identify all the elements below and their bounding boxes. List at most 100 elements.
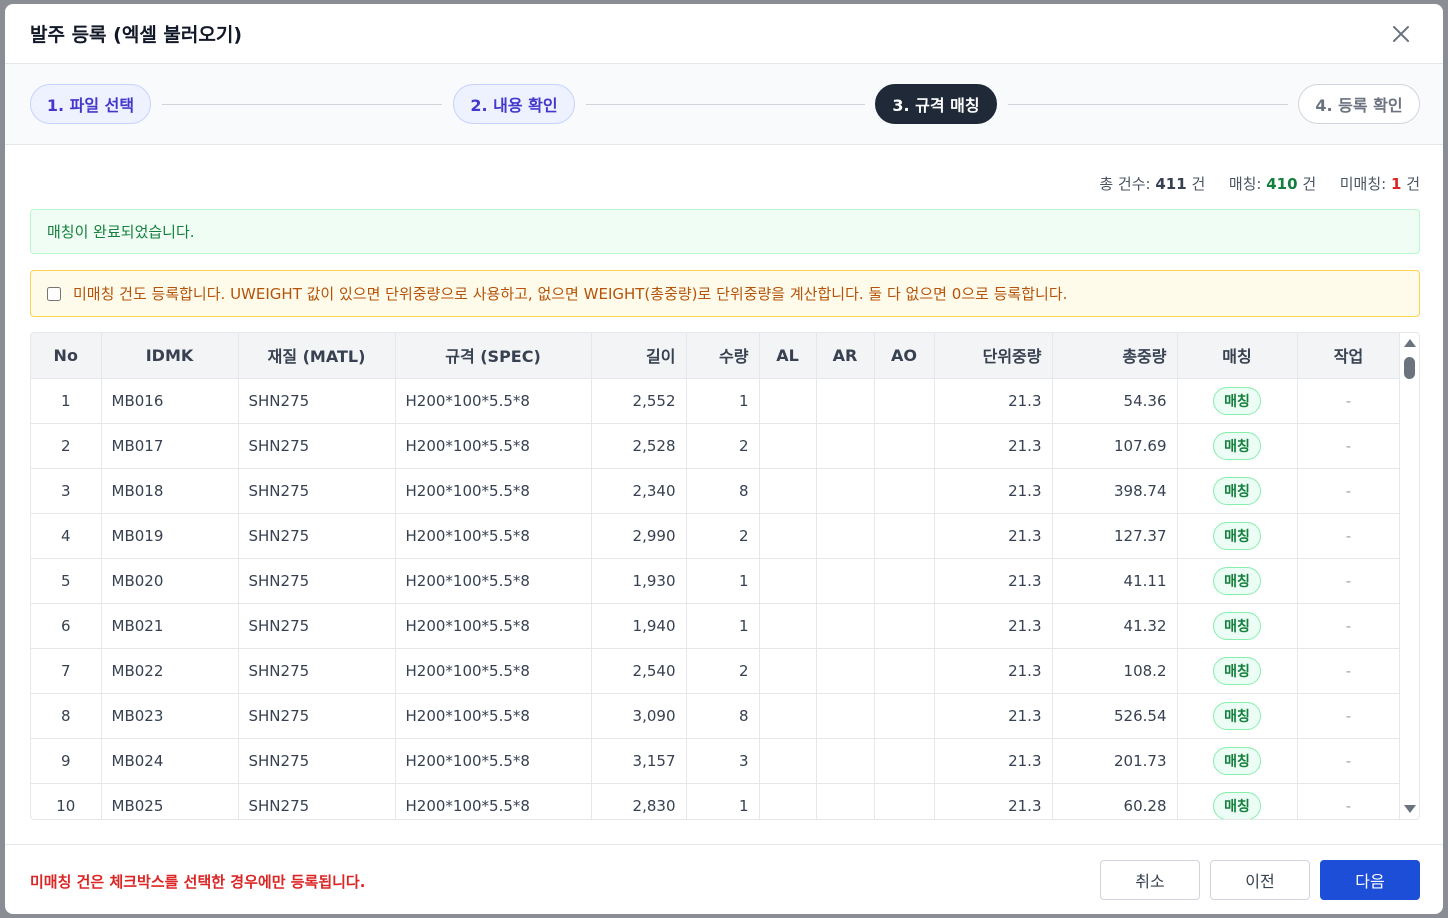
column-header-ao[interactable]: AO — [874, 333, 935, 379]
match-status-badge: 매칭 — [1213, 656, 1261, 685]
cell-spec: H200*100*5.5*8 — [395, 648, 592, 694]
cell-action: - — [1297, 693, 1401, 739]
table-row[interactable]: 1 MB016 SHN275 H200*100*5.5*8 2,552 1 21… — [31, 378, 1401, 424]
cell-match: 매칭 — [1177, 558, 1298, 604]
column-header-length[interactable]: 길이 — [591, 333, 687, 379]
table-row[interactable]: 8 MB023 SHN275 H200*100*5.5*8 3,090 8 21… — [31, 693, 1401, 739]
cell-no: 2 — [31, 423, 102, 469]
cell-no: 3 — [31, 468, 102, 514]
cell-spec: H200*100*5.5*8 — [395, 513, 592, 559]
cell-spec: H200*100*5.5*8 — [395, 603, 592, 649]
warning-text: 미매칭 건도 등록합니다. UWEIGHT 값이 있으면 단위중량으로 사용하고… — [73, 285, 1068, 303]
scroll-up-arrow-icon[interactable] — [1404, 339, 1416, 347]
cell-al — [759, 558, 817, 604]
column-header-qty[interactable]: 수량 — [686, 333, 760, 379]
cell-matl: SHN275 — [238, 468, 396, 514]
step-connector — [162, 104, 442, 105]
cell-unit-weight: 21.3 — [934, 783, 1053, 819]
match-status-badge: 매칭 — [1213, 386, 1261, 415]
cell-length: 1,930 — [591, 558, 687, 604]
register-unmatched-checkbox[interactable] — [47, 286, 61, 301]
scroll-thumb[interactable] — [1404, 357, 1415, 379]
cell-idmk: MB018 — [101, 468, 239, 514]
cell-total-weight: 60.28 — [1052, 783, 1178, 819]
cell-idmk: MB021 — [101, 603, 239, 649]
cell-action: - — [1297, 513, 1401, 559]
column-header-unit-weight[interactable]: 단위중량 — [934, 333, 1053, 379]
cell-idmk: MB020 — [101, 558, 239, 604]
cell-action: - — [1297, 558, 1401, 604]
cell-length: 2,990 — [591, 513, 687, 559]
table-row[interactable]: 10 MB025 SHN275 H200*100*5.5*8 2,830 1 2… — [31, 783, 1401, 819]
table-row[interactable]: 9 MB024 SHN275 H200*100*5.5*8 3,157 3 21… — [31, 738, 1401, 784]
column-header-total-weight[interactable]: 총중량 — [1052, 333, 1178, 379]
cell-ar — [816, 648, 875, 694]
table-row[interactable]: 3 MB018 SHN275 H200*100*5.5*8 2,340 8 21… — [31, 468, 1401, 514]
cell-match: 매칭 — [1177, 693, 1298, 739]
scroll-down-arrow-icon[interactable] — [1404, 805, 1416, 813]
cell-unit-weight: 21.3 — [934, 468, 1053, 514]
cell-no: 4 — [31, 513, 102, 559]
column-header-no[interactable]: No — [31, 333, 102, 379]
cell-total-weight: 108.2 — [1052, 648, 1178, 694]
column-header-matl[interactable]: 재질 (MATL) — [238, 333, 396, 379]
cell-matl: SHN275 — [238, 558, 396, 604]
next-button[interactable]: 다음 — [1320, 860, 1420, 900]
cell-matl: SHN275 — [238, 423, 396, 469]
prev-button[interactable]: 이전 — [1210, 860, 1310, 900]
cell-unit-weight: 21.3 — [934, 738, 1053, 784]
cell-total-weight: 41.11 — [1052, 558, 1178, 604]
cell-ao — [874, 423, 935, 469]
cell-ao — [874, 738, 935, 784]
cell-total-weight: 526.54 — [1052, 693, 1178, 739]
cell-unit-weight: 21.3 — [934, 603, 1053, 649]
cell-qty: 2 — [686, 513, 760, 559]
success-alert: 매칭이 완료되었습니다. — [30, 209, 1420, 254]
cell-action: - — [1297, 468, 1401, 514]
table-row[interactable]: 2 MB017 SHN275 H200*100*5.5*8 2,528 2 21… — [31, 423, 1401, 469]
column-header-spec[interactable]: 규격 (SPEC) — [395, 333, 592, 379]
column-header-match[interactable]: 매칭 — [1177, 333, 1298, 379]
table-row[interactable]: 6 MB021 SHN275 H200*100*5.5*8 1,940 1 21… — [31, 603, 1401, 649]
column-header-ar[interactable]: AR — [816, 333, 875, 379]
total-count: 411 — [1155, 175, 1187, 193]
table-scrollbar[interactable] — [1399, 333, 1419, 819]
step-register-confirm[interactable]: 4. 등록 확인 — [1298, 84, 1420, 124]
match-status-badge: 매칭 — [1213, 701, 1261, 730]
match-status-badge: 매칭 — [1213, 521, 1261, 550]
cell-ao — [874, 468, 935, 514]
modal-title: 발주 등록 (엑셀 불러오기) — [30, 24, 243, 46]
matched-count: 410 — [1266, 175, 1298, 193]
cell-match: 매칭 — [1177, 648, 1298, 694]
column-header-idmk[interactable]: IDMK — [101, 333, 239, 379]
cell-total-weight: 54.36 — [1052, 378, 1178, 424]
cell-length: 3,157 — [591, 738, 687, 784]
close-icon[interactable] — [1389, 22, 1413, 46]
cell-total-weight: 107.69 — [1052, 423, 1178, 469]
footer-note: 미매칭 건은 체크박스를 선택한 경우에만 등록됩니다. — [30, 873, 366, 891]
cell-ar — [816, 603, 875, 649]
match-status-badge: 매칭 — [1213, 746, 1261, 775]
cell-qty: 8 — [686, 468, 760, 514]
table-row[interactable]: 7 MB022 SHN275 H200*100*5.5*8 2,540 2 21… — [31, 648, 1401, 694]
step-indicator: 1. 파일 선택 2. 내용 확인 3. 규격 매칭 4. 등록 확인 — [5, 64, 1443, 145]
table-row[interactable]: 5 MB020 SHN275 H200*100*5.5*8 1,930 1 21… — [31, 558, 1401, 604]
step-file-select[interactable]: 1. 파일 선택 — [30, 84, 151, 124]
match-status-badge: 매칭 — [1213, 611, 1261, 640]
step-connector — [586, 104, 865, 105]
cell-ao — [874, 693, 935, 739]
column-header-al[interactable]: AL — [759, 333, 817, 379]
cancel-button[interactable]: 취소 — [1100, 860, 1200, 900]
cell-unit-weight: 21.3 — [934, 558, 1053, 604]
step-spec-matching[interactable]: 3. 규격 매칭 — [875, 84, 997, 124]
cell-length: 3,090 — [591, 693, 687, 739]
table-row[interactable]: 4 MB019 SHN275 H200*100*5.5*8 2,990 2 21… — [31, 513, 1401, 559]
cell-match: 매칭 — [1177, 783, 1298, 819]
cell-idmk: MB017 — [101, 423, 239, 469]
step-content-check[interactable]: 2. 내용 확인 — [453, 84, 575, 124]
modal-header: 발주 등록 (엑셀 불러오기) — [5, 4, 1443, 64]
column-header-action[interactable]: 작업 — [1297, 333, 1401, 379]
cell-unit-weight: 21.3 — [934, 648, 1053, 694]
cell-ao — [874, 558, 935, 604]
cell-action: - — [1297, 738, 1401, 784]
